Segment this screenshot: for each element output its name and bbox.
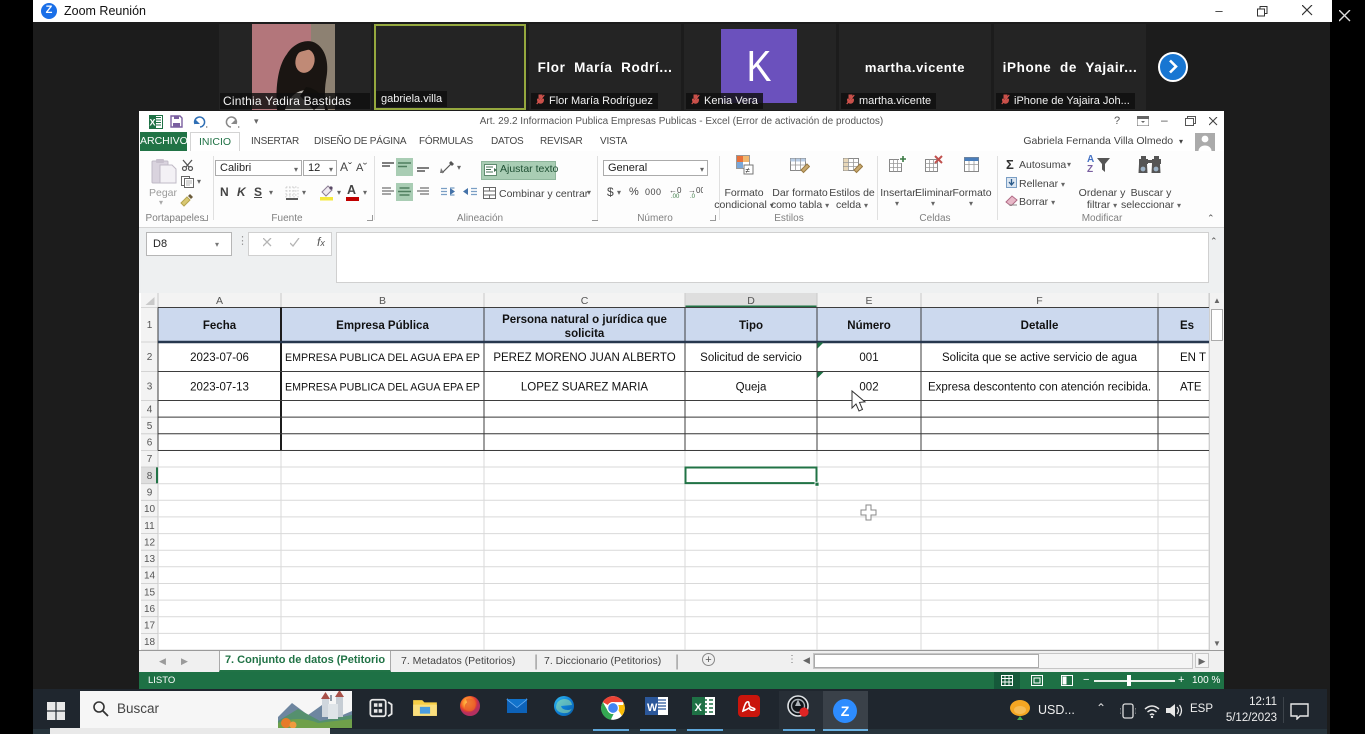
- svg-text:Detalle: Detalle: [1021, 320, 1059, 332]
- svg-text:6: 6: [147, 438, 153, 449]
- svg-text:1: 1: [147, 320, 153, 331]
- svg-text:12: 12: [144, 537, 156, 548]
- svg-text:EMPRESA PUBLICA DEL AGUA EPA E: EMPRESA PUBLICA DEL AGUA EPA EP: [285, 352, 480, 364]
- svg-text:4: 4: [147, 404, 153, 415]
- svg-text:F: F: [1036, 295, 1042, 307]
- svg-text:EMPRESA PUBLICA DEL AGUA EPA E: EMPRESA PUBLICA DEL AGUA EPA EP: [285, 382, 480, 394]
- svg-text:Empresa Pública: Empresa Pública: [336, 320, 429, 332]
- svg-text:11: 11: [144, 521, 155, 532]
- svg-text:Persona natural o jurídica que: Persona natural o jurídica que: [502, 314, 667, 326]
- svg-text:Queja: Queja: [736, 382, 767, 394]
- svg-text:2: 2: [147, 352, 153, 363]
- svg-text:Solicitud de servicio: Solicitud de servicio: [700, 352, 802, 364]
- svg-text:LOPEZ SUAREZ MARIA: LOPEZ SUAREZ MARIA: [521, 382, 648, 394]
- svg-text:A: A: [216, 295, 223, 307]
- svg-text:13: 13: [144, 554, 156, 565]
- svg-text:.0: .0: [690, 194, 696, 198]
- svg-text:.00: .00: [671, 194, 680, 198]
- svg-text:D: D: [747, 295, 755, 307]
- svg-text:Fecha: Fecha: [203, 320, 237, 332]
- svg-text:14: 14: [144, 571, 156, 582]
- svg-text:3: 3: [147, 382, 153, 393]
- svg-text:solicita: solicita: [565, 328, 605, 340]
- svg-text:Número: Número: [847, 320, 890, 332]
- svg-text:W: W: [647, 702, 658, 714]
- svg-text:15: 15: [144, 587, 156, 598]
- svg-text:PEREZ MORENO JUAN ALBERTO: PEREZ MORENO JUAN ALBERTO: [493, 352, 675, 364]
- svg-text:9: 9: [147, 488, 153, 499]
- svg-text:EN T: EN T: [1180, 352, 1206, 364]
- svg-text:2023-07-06: 2023-07-06: [190, 352, 249, 364]
- svg-text:C: C: [581, 295, 589, 307]
- svg-text:5: 5: [147, 421, 153, 432]
- svg-text:8: 8: [147, 471, 153, 482]
- svg-text:X: X: [695, 702, 703, 714]
- svg-text:Expresa descontento con atenci: Expresa descontento con atención recibid…: [928, 382, 1151, 394]
- svg-text:001: 001: [859, 352, 878, 364]
- svg-text:17: 17: [144, 621, 156, 632]
- svg-text:10: 10: [144, 504, 156, 515]
- svg-text:E: E: [865, 295, 872, 307]
- svg-text:002: 002: [859, 382, 878, 394]
- svg-text:2023-07-13: 2023-07-13: [190, 382, 249, 394]
- svg-text:B: B: [379, 295, 386, 307]
- svg-text:18: 18: [144, 637, 156, 648]
- svg-text:16: 16: [144, 604, 156, 615]
- svg-text:≠: ≠: [746, 166, 751, 175]
- svg-text:Es: Es: [1180, 320, 1194, 332]
- svg-text:ATE: ATE: [1180, 382, 1202, 394]
- svg-text:7: 7: [147, 454, 153, 465]
- svg-text:Tipo: Tipo: [739, 320, 763, 332]
- svg-text:Solicita que se active servici: Solicita que se active servicio de agua: [942, 352, 1138, 364]
